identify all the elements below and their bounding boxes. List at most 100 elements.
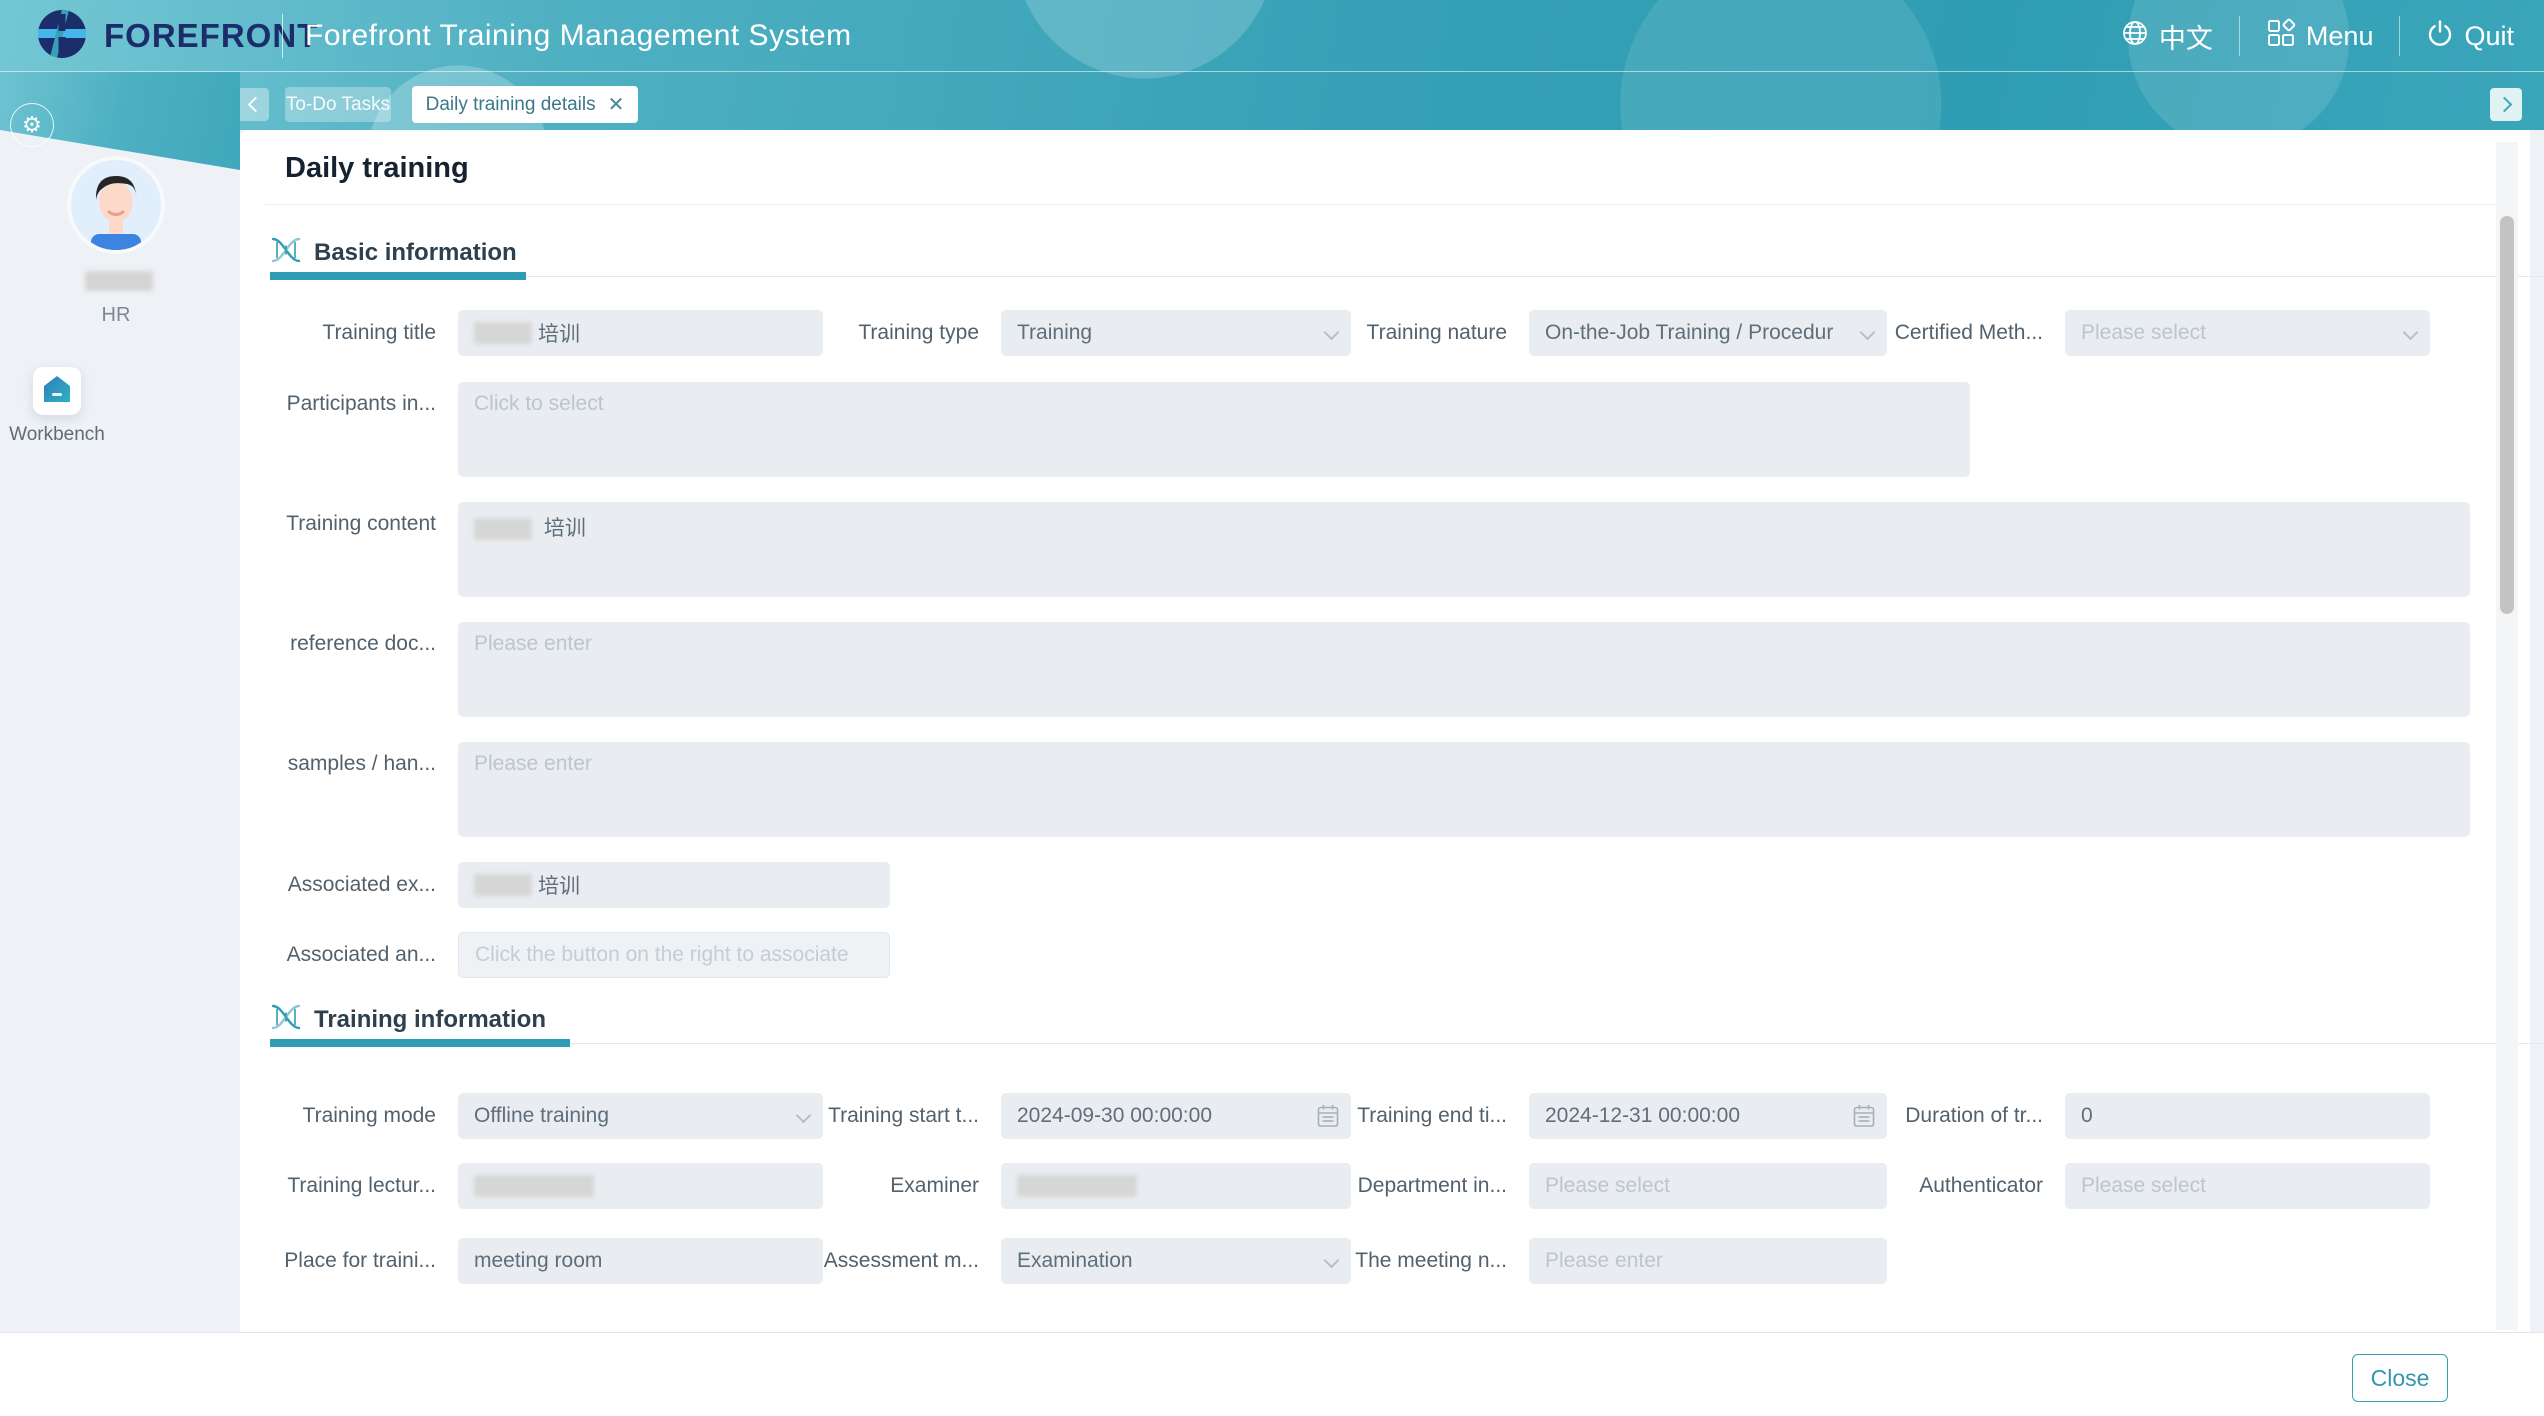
- tab-strip: To-Do Tasks Daily training details ✕: [0, 72, 2544, 130]
- chevron-right-icon: [2496, 97, 2512, 113]
- field-label: Place for traini...: [280, 1249, 448, 1273]
- chevron-down-icon: [796, 1108, 812, 1124]
- field-value: 0: [2081, 1104, 2093, 1128]
- quit-label: Quit: [2464, 21, 2514, 52]
- scrollbar-thumb[interactable]: [2500, 216, 2514, 614]
- field-placeholder: Click to select: [474, 392, 604, 415]
- training-title-input[interactable]: 培训: [458, 310, 823, 356]
- samples-handouts-textarea[interactable]: Please enter: [458, 742, 2470, 837]
- chevron-down-icon: [1324, 325, 1340, 341]
- header-separator: [2399, 16, 2400, 56]
- field-placeholder: Please enter: [1545, 1249, 1663, 1273]
- field-value: Offline training: [474, 1104, 609, 1128]
- field-value: 培训: [538, 870, 580, 900]
- reference-documents-textarea[interactable]: Please enter: [458, 622, 2470, 717]
- field-label: Assessment m...: [823, 1249, 991, 1273]
- section-title: Training information: [314, 1006, 546, 1034]
- field-label: Training end ti...: [1351, 1104, 1519, 1128]
- redacted-text: [1017, 1175, 1137, 1197]
- gear-icon: ⚙: [22, 112, 42, 138]
- sidebar: HR Workbench: [0, 72, 240, 1332]
- authenticator-select[interactable]: Please select: [2065, 1163, 2430, 1209]
- field-label: Associated an...: [280, 943, 448, 967]
- forefront-logo-icon: [34, 6, 90, 67]
- field-label: Training nature: [1351, 321, 1519, 345]
- chevron-down-icon: [1324, 1253, 1340, 1269]
- field-placeholder: Please select: [1545, 1174, 1670, 1198]
- meeting-number-input[interactable]: Please enter: [1529, 1238, 1887, 1284]
- language-label: 中文: [2159, 17, 2213, 56]
- associated-annex-input[interactable]: Click the button on the right to associa…: [458, 932, 890, 978]
- field-label: reference doc...: [280, 622, 448, 656]
- training-type-select[interactable]: Training: [1001, 310, 1351, 356]
- brand-logo: FOREFRONT: [0, 6, 268, 67]
- redacted-text: [474, 1175, 594, 1197]
- tab-label: Daily training details: [426, 94, 596, 116]
- training-content-textarea[interactable]: 培训: [458, 502, 2470, 597]
- training-mode-select[interactable]: Offline training: [458, 1093, 823, 1139]
- quit-button[interactable]: Quit: [2426, 19, 2514, 54]
- field-label: samples / han...: [280, 742, 448, 776]
- field-placeholder: Please enter: [474, 752, 592, 775]
- field-label: Duration of tr...: [1887, 1104, 2055, 1128]
- place-for-training-input[interactable]: meeting room: [458, 1238, 823, 1284]
- calendar-icon: [1853, 1104, 1875, 1134]
- field-label: Training content: [280, 502, 448, 536]
- field-value: 2024-12-31 00:00:00: [1545, 1104, 1740, 1128]
- field-label: Participants in...: [280, 382, 448, 416]
- workbench-label: Workbench: [0, 424, 114, 446]
- header-separator: [2239, 16, 2240, 56]
- tab-daily-training-details[interactable]: Daily training details ✕: [412, 86, 638, 123]
- field-value: meeting room: [474, 1249, 602, 1273]
- tab-todo-tasks[interactable]: To-Do Tasks: [285, 87, 391, 122]
- dna-icon: [270, 236, 302, 269]
- training-nature-select[interactable]: On-the-Job Training / Procedur: [1529, 310, 1887, 356]
- menu-grid-icon: [2266, 18, 2296, 55]
- field-label: Examiner: [823, 1174, 991, 1198]
- training-lecturer-input[interactable]: [458, 1163, 823, 1209]
- menu-button[interactable]: Menu: [2266, 18, 2374, 55]
- settings-gear-button[interactable]: ⚙: [10, 103, 54, 147]
- tabs-scroll-right-button[interactable]: [2490, 88, 2522, 121]
- language-switch[interactable]: 中文: [2121, 17, 2213, 56]
- training-start-datepicker[interactable]: 2024-09-30 00:00:00: [1001, 1093, 1351, 1139]
- field-label: Training type: [823, 321, 991, 345]
- app-title: Forefront Training Management System: [305, 19, 852, 53]
- logo-separator: [282, 14, 283, 58]
- menu-label: Menu: [2306, 21, 2374, 52]
- section-underline: [270, 1043, 2544, 1044]
- field-placeholder: Click the button on the right to associa…: [475, 943, 849, 967]
- section-underline: [270, 276, 2544, 277]
- chevron-left-icon: [247, 97, 263, 113]
- calendar-icon: [1317, 1104, 1339, 1134]
- examiner-input[interactable]: [1001, 1163, 1351, 1209]
- field-value: Examination: [1017, 1249, 1133, 1273]
- field-value: 培训: [544, 517, 586, 540]
- close-button[interactable]: Close: [2352, 1354, 2448, 1402]
- assessment-method-select[interactable]: Examination: [1001, 1238, 1351, 1284]
- training-end-datepicker[interactable]: 2024-12-31 00:00:00: [1529, 1093, 1887, 1139]
- field-label: Training title: [280, 321, 448, 345]
- field-value: 2024-09-30 00:00:00: [1017, 1104, 1212, 1128]
- redacted-text: [474, 322, 532, 344]
- tabs-scroll-left-button[interactable]: [237, 88, 269, 121]
- tab-close-icon[interactable]: ✕: [608, 95, 625, 115]
- field-placeholder: Please enter: [474, 632, 592, 655]
- divider: [265, 204, 2505, 205]
- user-name-redacted: [85, 271, 153, 291]
- participants-textarea[interactable]: Click to select: [458, 382, 1970, 477]
- associated-exam-input[interactable]: 培训: [458, 862, 890, 908]
- chevron-down-icon: [1860, 325, 1876, 341]
- power-icon: [2426, 19, 2454, 54]
- duration-input[interactable]: 0: [2065, 1093, 2430, 1139]
- scrollbar-track[interactable]: [2496, 142, 2518, 1330]
- department-select[interactable]: Please select: [1529, 1163, 1887, 1209]
- redacted-text: [474, 874, 532, 896]
- field-placeholder: Please select: [2081, 1174, 2206, 1198]
- field-label: Department in...: [1351, 1174, 1519, 1198]
- certified-method-select[interactable]: Please select: [2065, 310, 2430, 356]
- section-basic-information: Basic information: [270, 236, 517, 269]
- sidebar-item-workbench[interactable]: [33, 367, 81, 415]
- footer-bar: Close: [0, 1332, 2544, 1416]
- section-training-information: Training information: [270, 1003, 546, 1036]
